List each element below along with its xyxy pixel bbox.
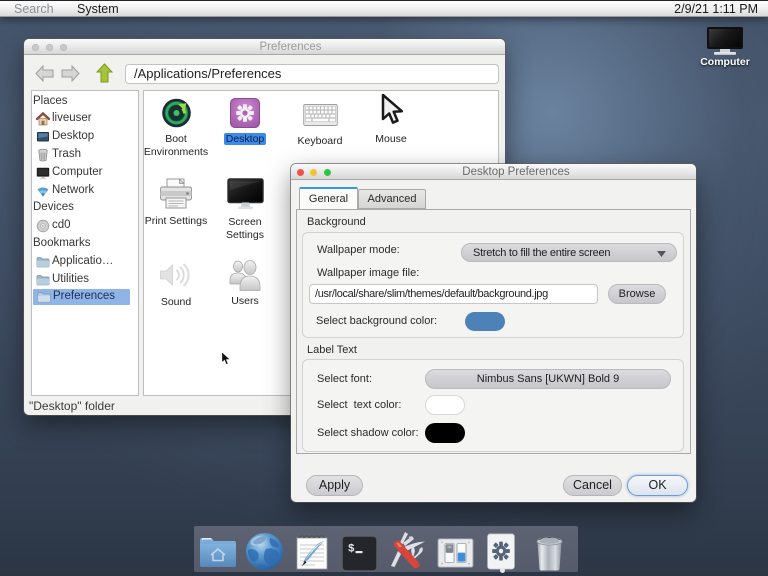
svg-text:$: $ bbox=[348, 544, 355, 556]
